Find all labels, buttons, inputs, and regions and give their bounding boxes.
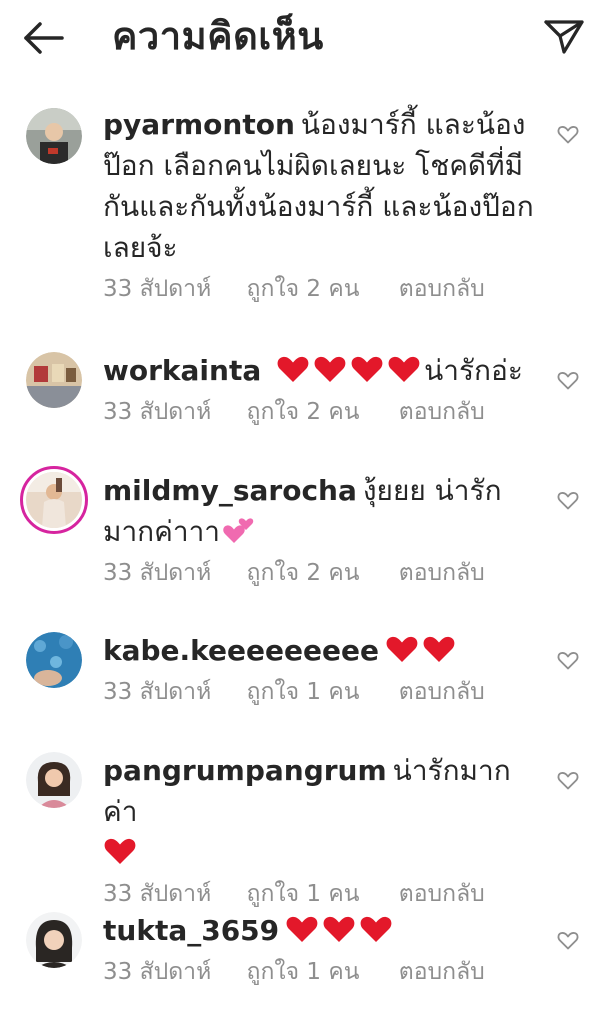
comment-meta: 33 สัปดาห์ ถูกใจ 1 คน ตอบกลับ xyxy=(103,955,538,989)
avatar-image xyxy=(26,752,82,808)
emoji-hearts xyxy=(285,914,396,947)
avatar-image xyxy=(26,912,82,968)
avatar[interactable] xyxy=(26,912,82,968)
red-heart-emoji xyxy=(360,916,392,942)
comment-time: 33 สัปดาห์ xyxy=(103,560,212,586)
avatar[interactable] xyxy=(20,466,88,534)
red-heart-emoji xyxy=(423,636,455,662)
comment-meta: 33 สัปดาห์ ถูกใจ 1 คน ตอบกลับ xyxy=(103,877,538,911)
comment-time: 33 สัปดาห์ xyxy=(103,881,212,907)
red-heart-emoji xyxy=(388,356,420,382)
comment-likes[interactable]: ถูกใจ 2 คน xyxy=(247,395,360,429)
heart-outline-icon xyxy=(557,772,579,790)
comment-username[interactable]: pangrumpangrum xyxy=(103,754,387,787)
comment-text: mildmy_sarocha งุ้ยยย น่ารักมากค่าาา xyxy=(103,470,538,552)
comment-text: pyarmonton น้องมาร์กี้ และน้องป๊อก เลือกค… xyxy=(103,104,538,268)
like-button[interactable] xyxy=(556,368,580,392)
back-button[interactable] xyxy=(20,18,66,58)
comment-text: workainta น่ารักอ่ะ xyxy=(103,350,538,391)
comment-text: pangrumpangrum น่ารักมากค่า xyxy=(103,750,538,873)
comment-username[interactable]: tukta_3659 xyxy=(103,914,279,947)
avatar-image xyxy=(26,632,82,688)
comment-meta: 33 สัปดาห์ ถูกใจ 1 คน ตอบกลับ xyxy=(103,675,538,709)
red-heart-emoji xyxy=(286,916,318,942)
comment-username[interactable]: kabe.keeeeeeeee xyxy=(103,634,379,667)
comment-likes[interactable]: ถูกใจ 2 คน xyxy=(247,556,360,590)
arrow-left-icon xyxy=(24,22,64,54)
share-button[interactable] xyxy=(542,16,586,56)
reply-button[interactable]: ตอบกลับ xyxy=(399,877,485,911)
like-button[interactable] xyxy=(556,488,580,512)
emoji-hearts xyxy=(267,354,424,387)
heart-outline-icon xyxy=(557,126,579,144)
reply-button[interactable]: ตอบกลับ xyxy=(399,556,485,590)
avatar[interactable] xyxy=(26,632,82,688)
heart-outline-icon xyxy=(557,492,579,510)
heart-outline-icon xyxy=(557,372,579,390)
comment-username[interactable]: pyarmonton xyxy=(103,108,295,141)
comment-meta: 33 สัปดาห์ ถูกใจ 2 คน ตอบกลับ xyxy=(103,395,538,429)
red-heart-emoji xyxy=(386,636,418,662)
two-hearts-emoji xyxy=(223,518,254,543)
page-title: ความคิดเห็น xyxy=(112,14,324,58)
comment-item: pangrumpangrum น่ารักมากค่า 33 สัปดาห์ ถู… xyxy=(0,750,613,910)
comment-username[interactable]: workainta xyxy=(103,354,261,387)
comment-time: 33 สัปดาห์ xyxy=(103,679,212,705)
heart-outline-icon xyxy=(557,932,579,950)
comment-list: pyarmonton น้องมาร์กี้ และน้องป๊อก เลือกค… xyxy=(0,100,613,1020)
red-heart-emoji xyxy=(277,356,309,382)
red-heart-emoji xyxy=(104,838,136,864)
comment-likes[interactable]: ถูกใจ 1 คน xyxy=(247,877,360,911)
emoji-hearts xyxy=(385,634,459,667)
comment-meta: 33 สัปดาห์ ถูกใจ 2 คน ตอบกลับ xyxy=(103,556,538,590)
comment-text: tukta_3659 xyxy=(103,910,538,951)
reply-button[interactable]: ตอบกลับ xyxy=(399,272,485,306)
like-button[interactable] xyxy=(556,648,580,672)
paper-plane-icon xyxy=(544,20,584,54)
comment-meta: 33 สัปดาห์ ถูกใจ 2 คน ตอบกลับ xyxy=(103,272,538,306)
avatar[interactable] xyxy=(26,352,82,408)
comment-time: 33 สัปดาห์ xyxy=(103,399,212,425)
header-bar: ความคิดเห็น xyxy=(0,0,613,80)
like-button[interactable] xyxy=(556,122,580,146)
comment-item: workainta น่ารักอ่ะ 33 สัปดาห์ ถูกใจ 2 ค… xyxy=(0,350,613,470)
reply-button[interactable]: ตอบกลับ xyxy=(399,395,485,429)
heart-outline-icon xyxy=(557,652,579,670)
comment-item: kabe.keeeeeeeee 33 สัปดาห์ ถูกใจ 1 คน ตอ… xyxy=(0,630,613,750)
comment-likes[interactable]: ถูกใจ 1 คน xyxy=(247,955,360,989)
comment-likes[interactable]: ถูกใจ 1 คน xyxy=(247,675,360,709)
avatar-image xyxy=(26,472,82,528)
reply-button[interactable]: ตอบกลับ xyxy=(399,955,485,989)
red-heart-emoji xyxy=(314,356,346,382)
red-heart-emoji xyxy=(323,916,355,942)
comment-username[interactable]: mildmy_sarocha xyxy=(103,474,357,507)
avatar-image xyxy=(26,108,82,164)
comment-likes[interactable]: ถูกใจ 2 คน xyxy=(247,272,360,306)
like-button[interactable] xyxy=(556,768,580,792)
comment-item: pyarmonton น้องมาร์กี้ และน้องป๊อก เลือกค… xyxy=(0,100,613,350)
comment-time: 33 สัปดาห์ xyxy=(103,959,212,985)
comment-time: 33 สัปดาห์ xyxy=(103,276,212,302)
comment-item: mildmy_sarocha งุ้ยยย น่ารักมากค่าาา 33 ส… xyxy=(0,466,613,630)
avatar-image xyxy=(26,352,82,408)
comment-text: kabe.keeeeeeeee xyxy=(103,630,538,671)
like-button[interactable] xyxy=(556,928,580,952)
red-heart-emoji xyxy=(351,356,383,382)
reply-button[interactable]: ตอบกลับ xyxy=(399,675,485,709)
comment-message: น่ารักอ่ะ xyxy=(424,354,523,387)
comment-item: tukta_3659 33 สัปดาห์ ถูกใจ 1 คน ตอบกลับ xyxy=(0,910,613,1020)
avatar[interactable] xyxy=(26,108,82,164)
avatar[interactable] xyxy=(26,752,82,808)
